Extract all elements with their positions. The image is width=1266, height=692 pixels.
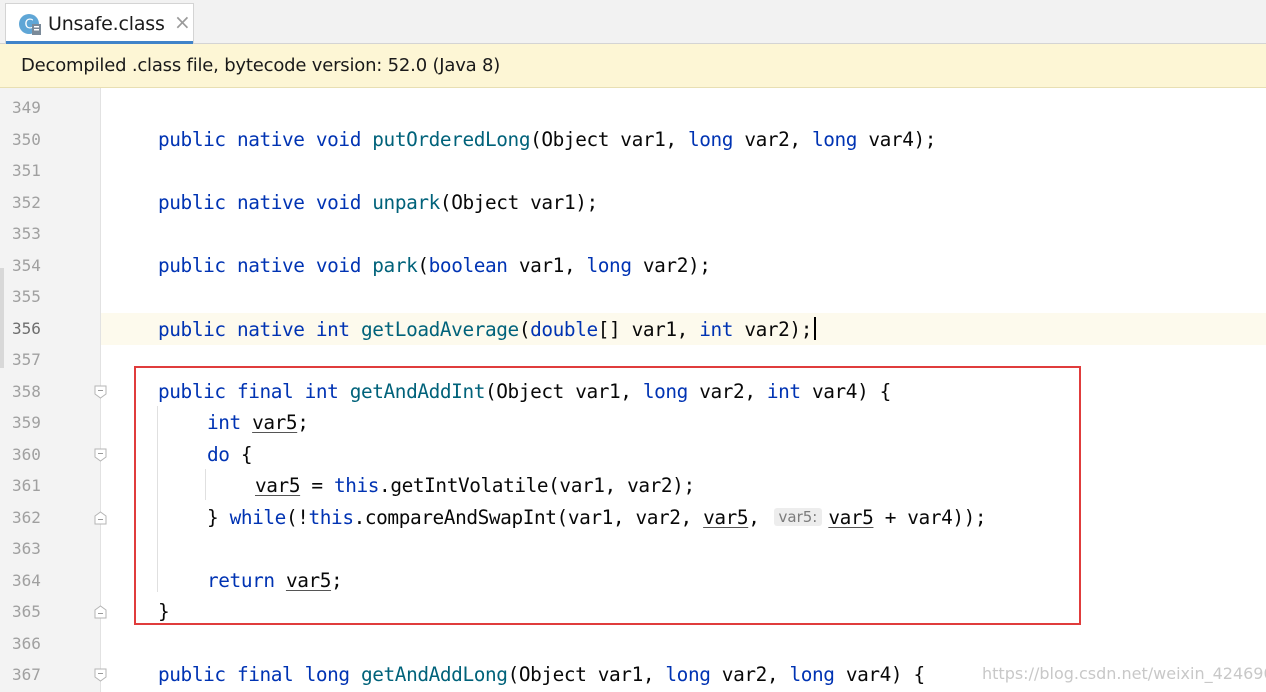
code-text: public final long getAndAddLong(Object v… [158,663,925,686]
code-text: public native int getLoadAverage(double[… [158,317,816,341]
code-text: public native void putOrderedLong(Object… [158,128,937,151]
tab-title: Unsafe.class [48,13,165,35]
banner-text: Decompiled .class file, bytecode version… [21,55,501,76]
code-line[interactable]: 363 [0,533,1266,565]
line-number: 352 [12,193,41,212]
tab-unsafe-class[interactable]: C Unsafe.class × [5,3,194,44]
code-line[interactable]: 364 return var5; [0,565,1266,597]
fold-open-icon[interactable] [94,448,107,462]
class-file-icon: C [19,14,41,35]
indent-guide [205,469,206,500]
code-line[interactable]: 355 [0,281,1266,313]
code-text: int var5; [207,411,309,434]
fold-close-icon[interactable] [94,511,107,525]
code-line[interactable]: 361 var5 = this.getIntVolatile(var1, var… [0,470,1266,502]
code-line[interactable]: 365 } [0,596,1266,628]
code-line[interactable]: 360 do { [0,439,1266,471]
line-number: 362 [12,508,41,527]
watermark: https://blog.csdn.net/weixin_42469070 [982,664,1266,683]
text-caret [813,317,816,340]
fold-open-icon[interactable] [94,668,107,682]
line-number: 356 [12,319,41,338]
code-text: do { [207,443,253,466]
code-text: return var5; [207,569,343,592]
line-number: 363 [12,539,41,558]
fold-close-icon[interactable] [94,605,107,619]
indent-guide [157,406,158,592]
code-line[interactable]: 349 [0,92,1266,124]
code-line[interactable]: 362 } while(!this.compareAndSwapInt(var1… [0,502,1266,534]
line-number: 366 [12,634,41,653]
parameter-hint: var5: [773,508,823,526]
code-line[interactable]: 352 public native void unpark(Object var… [0,187,1266,219]
code-text: public native void unpark(Object var1); [158,191,598,214]
current-code-line[interactable]: 356 public native int getLoadAverage(dou… [0,313,1266,345]
code-line[interactable]: 350 public native void putOrderedLong(Ob… [0,124,1266,156]
code-text: public native void park(boolean var1, lo… [158,254,711,277]
code-line[interactable]: 354 public native void park(boolean var1… [0,250,1266,282]
line-number: 367 [12,665,41,684]
code-editor[interactable]: 349 350 public native void putOrderedLon… [0,88,1266,692]
line-number: 359 [12,413,41,432]
decompiled-notice-banner: Decompiled .class file, bytecode version… [0,44,1266,88]
line-number: 353 [12,224,41,243]
code-line[interactable]: 357 [0,344,1266,376]
line-number: 349 [12,98,41,117]
code-line[interactable]: 353 [0,218,1266,250]
code-line[interactable]: 366 [0,628,1266,660]
editor-tab-bar: C Unsafe.class × [0,0,1266,44]
code-line[interactable]: 358 public final int getAndAddInt(Object… [0,376,1266,408]
code-line[interactable]: 351 [0,155,1266,187]
fold-open-icon[interactable] [94,385,107,399]
code-line[interactable]: 359 int var5; [0,407,1266,439]
line-number: 360 [12,445,41,464]
line-number: 350 [12,130,41,149]
line-number: 361 [12,476,41,495]
code-text: } [158,600,170,623]
code-text: var5 = this.getIntVolatile(var1, var2); [255,474,695,497]
line-number: 354 [12,256,41,275]
line-number: 358 [12,382,41,401]
line-number: 351 [12,161,41,180]
line-number: 357 [12,350,41,369]
close-icon[interactable]: × [174,10,191,34]
line-number: 364 [12,571,41,590]
line-number: 365 [12,602,41,621]
line-number: 355 [12,287,41,306]
code-text: } while(!this.compareAndSwapInt(var1, va… [207,506,987,529]
code-text: public final int getAndAddInt(Object var… [158,380,891,403]
